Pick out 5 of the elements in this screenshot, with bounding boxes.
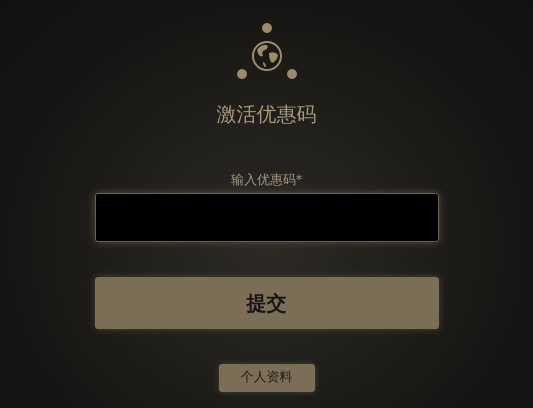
page-title: 激活优惠码: [216, 104, 316, 124]
field-label: 输入优惠码*: [230, 174, 302, 187]
profile-button[interactable]: 个人资料: [218, 364, 314, 392]
coupon-code-field[interactable]: [94, 193, 438, 242]
submit-button[interactable]: 提交: [94, 277, 438, 329]
